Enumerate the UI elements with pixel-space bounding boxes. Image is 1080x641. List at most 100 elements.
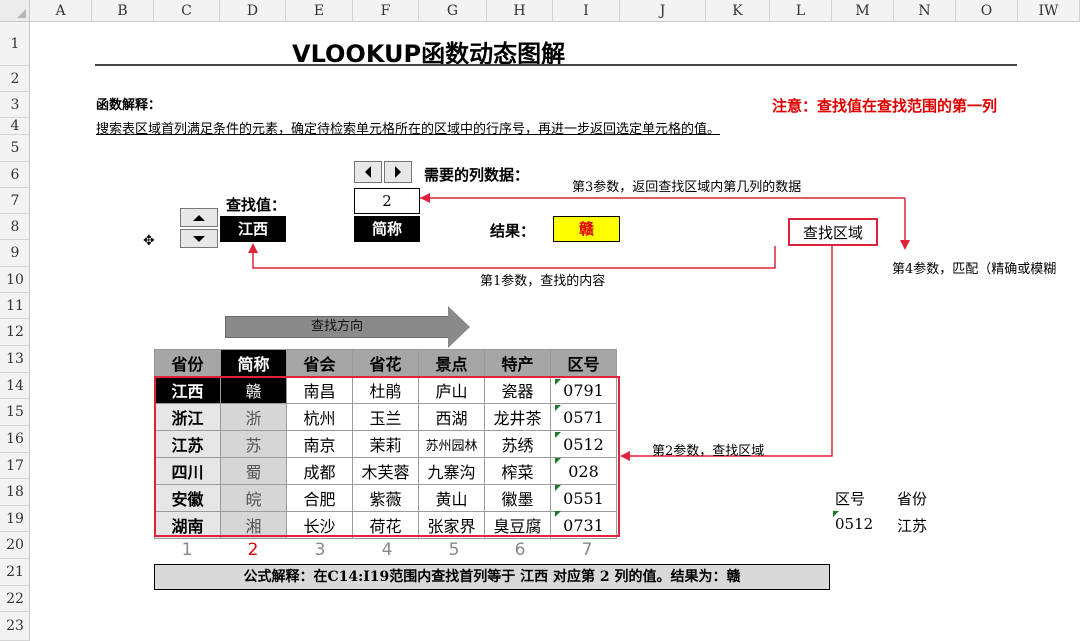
column-index: 5: [448, 540, 460, 560]
table-cell[interactable]: 苏州园林: [418, 430, 485, 458]
param2-arrowhead: [620, 451, 630, 461]
column-index: 1: [181, 540, 193, 560]
table-cell[interactable]: 张家界: [418, 511, 485, 539]
table-header[interactable]: 省份: [154, 349, 221, 377]
table-cell[interactable]: 杜鹃: [352, 376, 419, 404]
arrow-right-icon: [395, 166, 401, 178]
cursor-plus-icon: ✥: [143, 233, 155, 249]
table-cell[interactable]: 玉兰: [352, 403, 419, 431]
cell-error-indicator: [555, 485, 561, 491]
column-index-active: 2: [247, 540, 259, 560]
table-cell[interactable]: 九寨沟: [418, 457, 485, 485]
table-row: 浙江 浙 杭州 玉兰 西湖 龙井茶 0571: [154, 403, 617, 431]
table-cell[interactable]: 安徽: [154, 484, 221, 512]
arrow-up-icon: [193, 214, 205, 221]
mini-value-code[interactable]: 0512: [835, 515, 873, 533]
column-next-button[interactable]: [384, 161, 412, 183]
column-index: 6: [514, 540, 526, 560]
table-cell[interactable]: 木芙蓉: [352, 457, 419, 485]
table-header[interactable]: 景点: [418, 349, 485, 377]
cell-error-indicator: [555, 511, 561, 517]
param1-label: 第1参数，查找的内容: [480, 274, 606, 289]
table-header[interactable]: 区号: [550, 349, 617, 377]
column-index: 4: [381, 540, 393, 560]
table-row: 湖南 湘 长沙 荷花 张家界 臭豆腐 0731: [154, 511, 617, 539]
table-row: 江苏 苏 南京 茉莉 苏州园林 苏绣 0512: [154, 430, 617, 458]
table-header[interactable]: 简称: [220, 349, 287, 377]
mini-value-province[interactable]: 江苏: [897, 515, 927, 536]
param2-line: [625, 246, 833, 457]
range-box: 查找区域: [788, 218, 878, 246]
arrow-down-icon: [193, 235, 205, 242]
province-table: 省份 简称 省会 省花 景点 特产 区号 江西 赣 南昌 杜鹃 庐山 瓷器 07…: [154, 349, 617, 539]
spin-up-button[interactable]: [180, 208, 218, 227]
table-cell[interactable]: 茉莉: [352, 430, 419, 458]
table-header[interactable]: 省花: [352, 349, 419, 377]
table-cell[interactable]: 成都: [286, 457, 353, 485]
table-cell[interactable]: 黄山: [418, 484, 485, 512]
table-cell[interactable]: 龙井茶: [484, 403, 551, 431]
cell-error-indicator: [833, 511, 839, 517]
mini-header-code: 区号: [835, 490, 866, 508]
table-cell[interactable]: 赣: [220, 376, 287, 404]
formula-explanation: 公式解释：在C14:I19范围内查找首列等于 江西 对应第 2 列的值。结果为：…: [154, 564, 830, 590]
column-label: 需要的列数据：: [424, 166, 530, 184]
cell-error-indicator: [555, 458, 561, 464]
cell-error-indicator: [555, 379, 561, 385]
param3-arrowhead: [420, 193, 430, 203]
param1-arrowhead: [248, 243, 258, 253]
lookup-value-cell[interactable]: 江西: [220, 216, 286, 242]
cell-error-indicator: [555, 405, 561, 411]
direction-arrow: 查找方向: [225, 316, 449, 338]
table-cell[interactable]: 西湖: [418, 403, 485, 431]
table-cell[interactable]: 瓷器: [484, 376, 551, 404]
table-cell[interactable]: 苏绣: [484, 430, 551, 458]
param1-line: [252, 246, 776, 269]
arrow-left-icon: [365, 166, 371, 178]
table-header-row: 省份 简称 省会 省花 景点 特产 区号: [154, 349, 617, 377]
lookup-spinner[interactable]: [180, 208, 218, 248]
table-cell[interactable]: 杭州: [286, 403, 353, 431]
direction-arrowhead: [448, 306, 470, 348]
cell-error-indicator: [555, 432, 561, 438]
table-cell[interactable]: 南昌: [286, 376, 353, 404]
column-spinner[interactable]: [354, 161, 412, 183]
table-cell[interactable]: 皖: [220, 484, 287, 512]
param4-arrowhead: [900, 240, 910, 250]
table-header[interactable]: 特产: [484, 349, 551, 377]
table-row: 江西 赣 南昌 杜鹃 庐山 瓷器 0791: [154, 376, 617, 404]
param2-label: 第2参数，查找区域: [652, 444, 765, 459]
table-cell[interactable]: 四川: [154, 457, 221, 485]
lookup-label: 查找值：: [226, 196, 287, 214]
table-cell[interactable]: 臭豆腐: [484, 511, 551, 539]
param4-label: 第4参数，匹配（精确或模糊: [892, 262, 1057, 277]
table-cell[interactable]: 南京: [286, 430, 353, 458]
mini-header-province: 省份: [897, 490, 928, 508]
table-cell[interactable]: 荷花: [352, 511, 419, 539]
table-cell[interactable]: 庐山: [418, 376, 485, 404]
table-row: 四川 蜀 成都 木芙蓉 九寨沟 榨菜 028: [154, 457, 617, 485]
param3-label: 第3参数，返回查找区域内第几列的数据: [572, 180, 802, 195]
table-cell[interactable]: 苏: [220, 430, 287, 458]
column-name-cell[interactable]: 简称: [354, 216, 420, 242]
table-row: 安徽 皖 合肥 紫薇 黄山 徽墨 0551: [154, 484, 617, 512]
table-header[interactable]: 省会: [286, 349, 353, 377]
table-cell[interactable]: 江苏: [154, 430, 221, 458]
spin-down-button[interactable]: [180, 229, 218, 248]
column-prev-button[interactable]: [354, 161, 382, 183]
table-cell[interactable]: 湖南: [154, 511, 221, 539]
table-cell[interactable]: 江西: [154, 376, 221, 404]
result-cell[interactable]: 赣: [553, 216, 620, 242]
column-number-cell[interactable]: 2: [354, 188, 420, 214]
table-cell[interactable]: 徽墨: [484, 484, 551, 512]
table-cell[interactable]: 湘: [220, 511, 287, 539]
table-cell[interactable]: 浙江: [154, 403, 221, 431]
table-cell[interactable]: 蜀: [220, 457, 287, 485]
result-label: 结果：: [490, 222, 536, 240]
table-cell[interactable]: 长沙: [286, 511, 353, 539]
table-cell[interactable]: 浙: [220, 403, 287, 431]
table-cell[interactable]: 合肥: [286, 484, 353, 512]
column-index: 3: [314, 540, 326, 560]
table-cell[interactable]: 紫薇: [352, 484, 419, 512]
table-cell[interactable]: 榨菜: [484, 457, 551, 485]
